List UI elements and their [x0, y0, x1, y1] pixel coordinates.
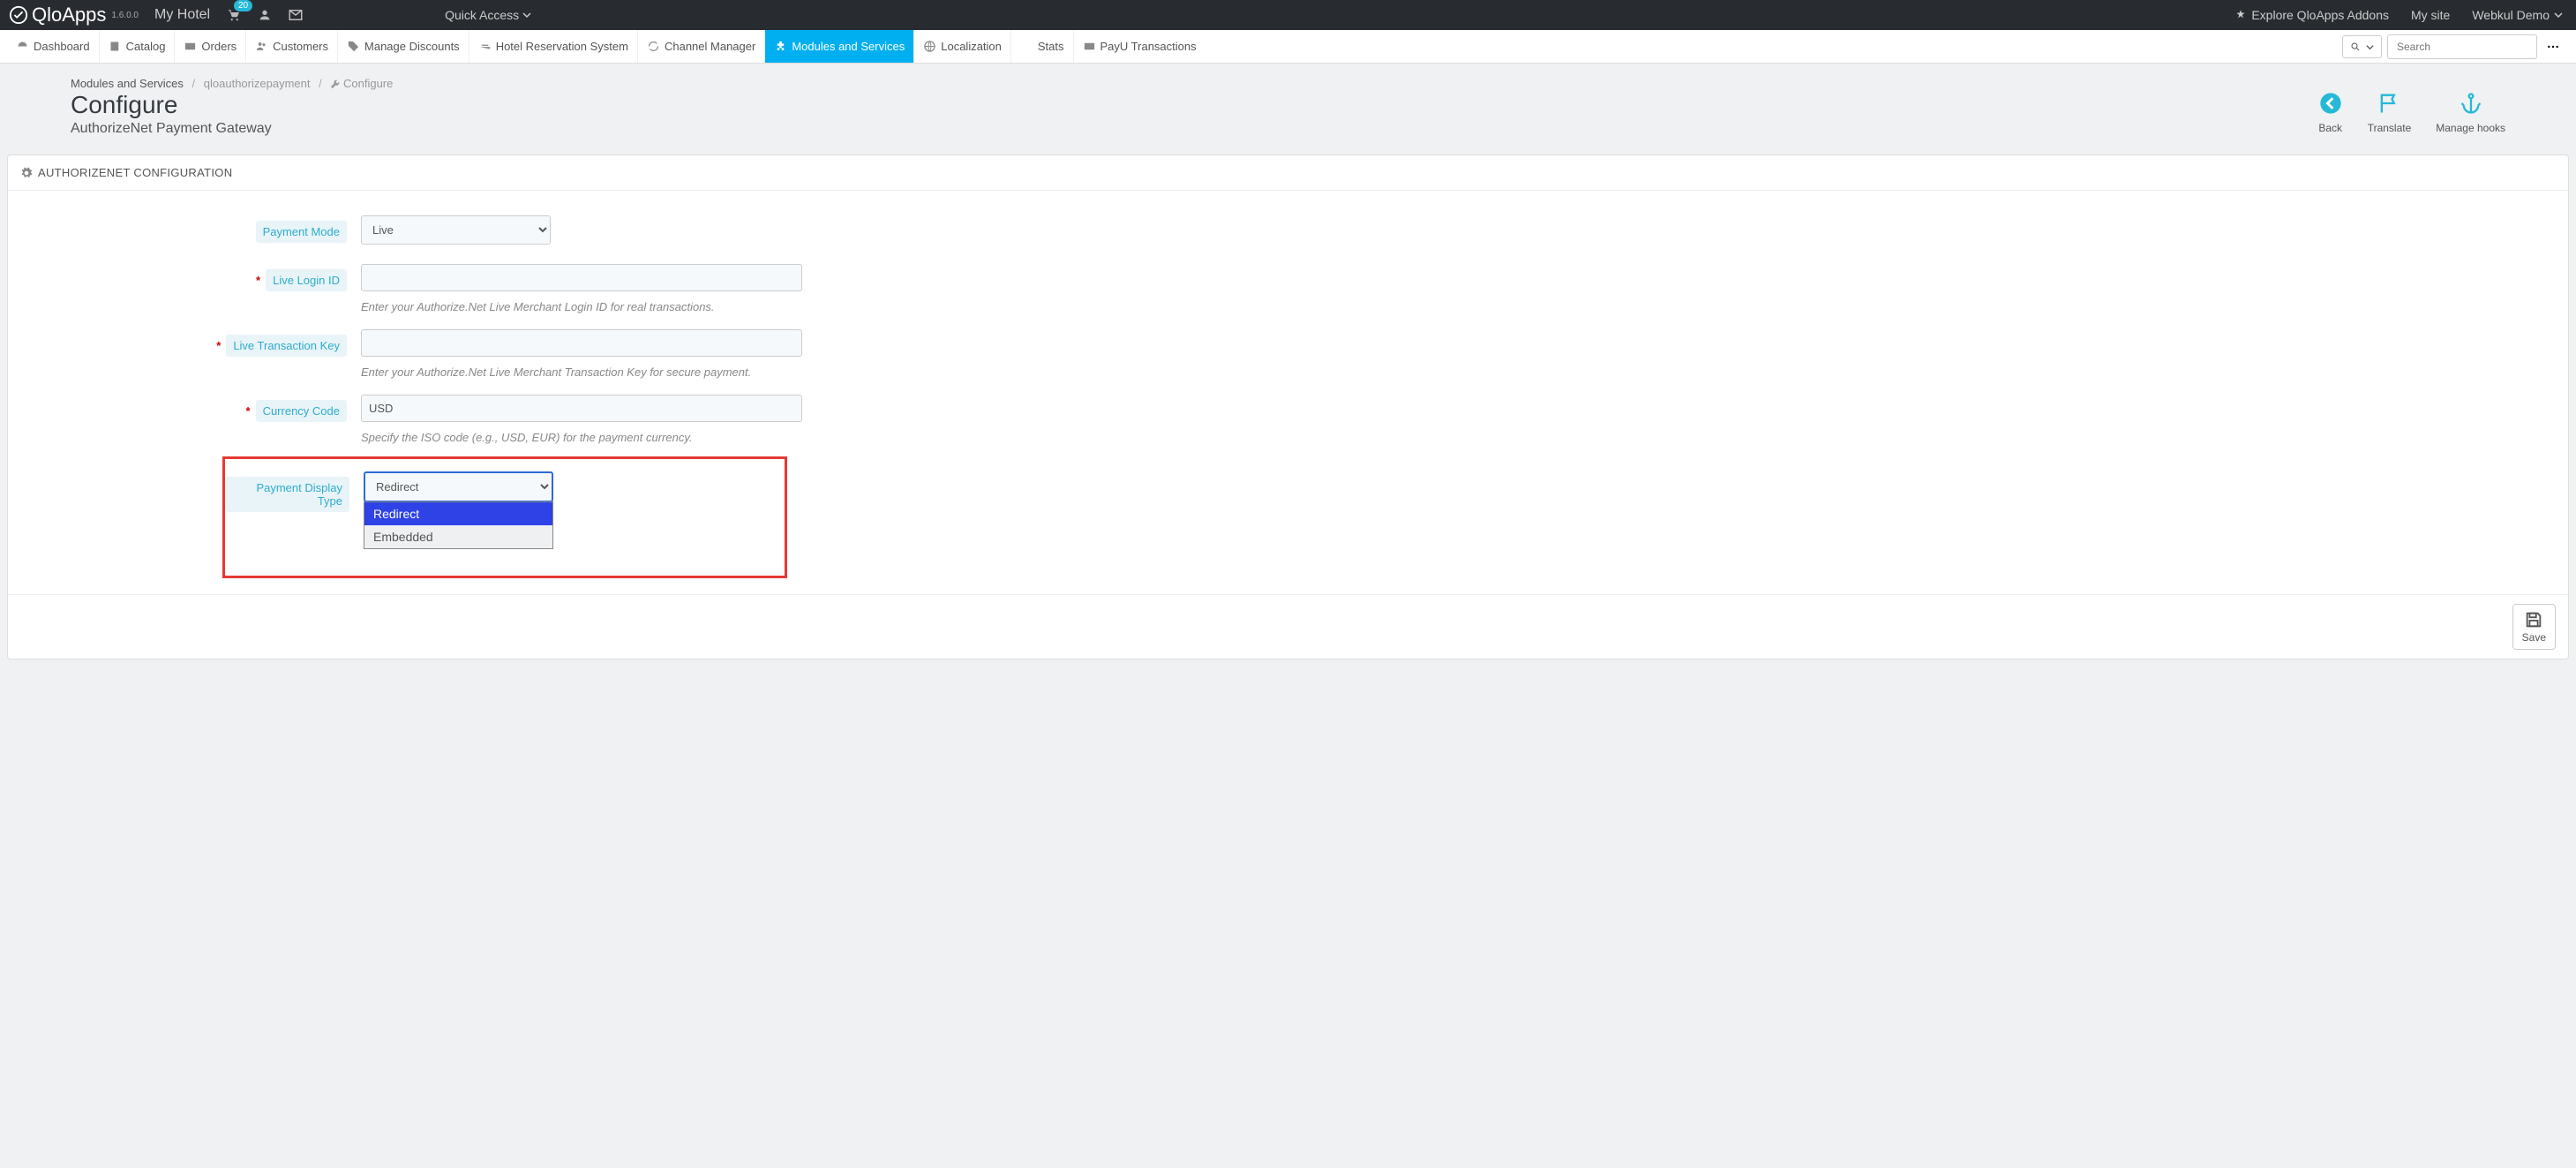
display-type-option-redirect[interactable]: Redirect: [364, 502, 552, 525]
manage-hooks-button[interactable]: Manage hooks: [2436, 91, 2505, 134]
txn-key-input[interactable]: [361, 329, 802, 357]
flag-icon: [2377, 91, 2401, 116]
tab-customers[interactable]: Customers: [246, 30, 338, 63]
tab-catalog[interactable]: Catalog: [100, 30, 176, 63]
tab-stats[interactable]: Stats: [1011, 30, 1074, 63]
nav-more-icon[interactable]: [2537, 30, 2569, 63]
tab-hotel[interactable]: Hotel Reservation System: [469, 30, 638, 63]
search-input[interactable]: [2387, 34, 2537, 59]
breadcrumb: Modules and Services / qloauthorizepayme…: [71, 77, 2505, 90]
panel-heading: AUTHORIZENET CONFIGURATION: [8, 155, 2568, 191]
gear-icon: [20, 167, 33, 179]
mail-icon[interactable]: [288, 7, 304, 23]
logo-check-icon: [9, 5, 28, 25]
tab-orders[interactable]: Orders: [175, 30, 246, 63]
display-type-select[interactable]: Redirect: [364, 471, 553, 502]
book-icon: [109, 40, 122, 53]
cart-badge: 20: [234, 0, 252, 11]
user-menu[interactable]: Webkul Demo: [2472, 8, 2563, 22]
card-icon: [184, 40, 197, 53]
display-type-option-embedded[interactable]: Embedded: [364, 525, 552, 548]
txn-key-help: Enter your Authorize.Net Live Merchant T…: [361, 365, 802, 379]
tab-localization[interactable]: Localization: [914, 30, 1011, 63]
tab-dashboard[interactable]: Dashboard: [7, 30, 100, 63]
save-button[interactable]: Save: [2512, 604, 2556, 650]
refresh-icon: [647, 40, 660, 53]
puzzle-icon: [774, 40, 787, 53]
chart-icon: [1020, 40, 1033, 53]
login-id-help: Enter your Authorize.Net Live Merchant L…: [361, 300, 802, 313]
tab-payu[interactable]: PayU Transactions: [1074, 30, 1205, 63]
mysite-link[interactable]: My site: [2411, 8, 2450, 22]
addons-link[interactable]: Explore QloApps Addons: [2234, 8, 2389, 22]
page-subtitle: AuthorizeNet Payment Gateway: [71, 121, 272, 137]
display-type-highlight: Payment Display Type Redirect Redirect E…: [222, 456, 787, 578]
tab-channel[interactable]: Channel Manager: [638, 30, 765, 63]
users-icon: [255, 40, 268, 53]
breadcrumb-page: Configure: [343, 77, 393, 90]
save-icon: [2524, 610, 2543, 629]
bed-icon: [478, 40, 492, 53]
payment-mode-label: Payment Mode: [256, 221, 347, 243]
back-icon: [2318, 91, 2343, 116]
translate-button[interactable]: Translate: [2368, 91, 2412, 134]
quick-access-dropdown[interactable]: Quick Access: [445, 8, 531, 22]
cart-icon[interactable]: 20: [226, 7, 242, 23]
currency-label: Currency Code: [256, 400, 347, 422]
gauge-icon: [16, 40, 29, 53]
brand-name: QloApps: [32, 4, 106, 26]
tab-modules[interactable]: Modules and Services: [765, 30, 914, 63]
hotel-name[interactable]: My Hotel: [154, 7, 210, 23]
tab-discounts[interactable]: Manage Discounts: [338, 30, 469, 63]
user-icon[interactable]: [258, 8, 272, 22]
payment-mode-select[interactable]: Live: [361, 215, 551, 245]
page-title: Configure: [71, 91, 272, 119]
login-id-input[interactable]: [361, 264, 802, 291]
currency-input[interactable]: [361, 395, 802, 422]
globe-icon: [923, 40, 936, 53]
wrench-icon: [330, 79, 340, 89]
brand-version: 1.6.0.0: [111, 11, 139, 20]
breadcrumb-module[interactable]: qloauthorizepayment: [204, 77, 311, 90]
back-button[interactable]: Back: [2318, 91, 2343, 134]
card-icon: [1083, 40, 1096, 53]
chevron-down-icon: [2366, 43, 2374, 51]
anchor-icon: [2459, 91, 2483, 116]
search-scope-dropdown[interactable]: [2342, 35, 2382, 58]
tag-icon: [347, 40, 360, 53]
breadcrumb-root[interactable]: Modules and Services: [71, 77, 184, 90]
txn-key-label: Live Transaction Key: [226, 335, 347, 357]
brand-logo[interactable]: QloApps 1.6.0.0: [9, 4, 139, 26]
currency-help: Specify the ISO code (e.g., USD, EUR) fo…: [361, 431, 802, 444]
login-id-label: Live Login ID: [266, 269, 347, 291]
display-type-label: Payment Display Type: [225, 477, 349, 512]
display-type-options: Redirect Embedded: [364, 501, 553, 549]
